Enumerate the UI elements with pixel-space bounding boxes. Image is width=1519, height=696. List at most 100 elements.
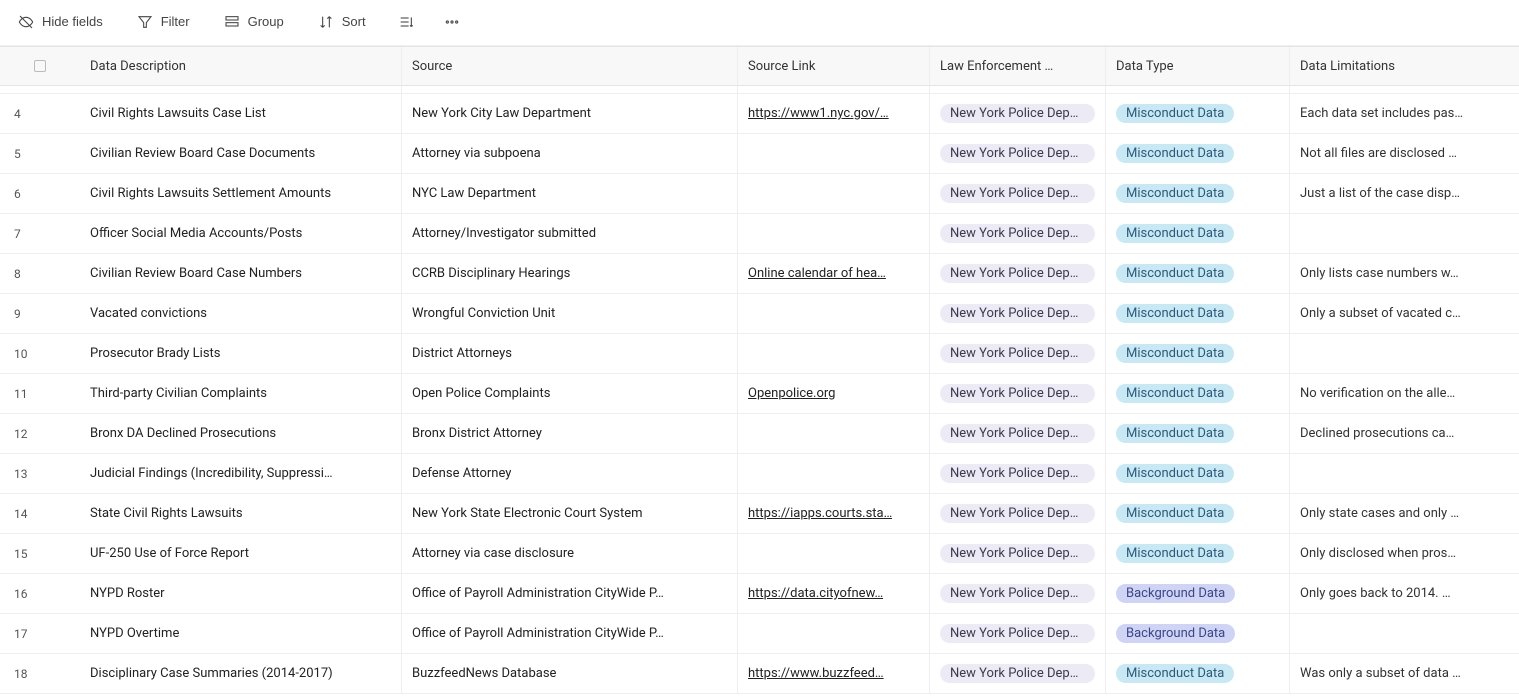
cell-data-description[interactable]: NYPD Overtime: [80, 614, 402, 653]
row-number[interactable]: 12: [0, 414, 80, 453]
row-number[interactable]: 4: [0, 94, 80, 133]
cell-law-enforcement[interactable]: New York Police Depart: [930, 654, 1106, 693]
row-number[interactable]: 18: [0, 654, 80, 693]
cell-source-link[interactable]: [738, 414, 930, 453]
cell-data-description[interactable]: Prosecutor Brady Lists: [80, 334, 402, 373]
table-row[interactable]: 14State Civil Rights LawsuitsNew York St…: [0, 494, 1519, 534]
cell-data-limitations[interactable]: Only lists case numbers w…: [1290, 254, 1519, 293]
cell-law-enforcement[interactable]: New York Police Depart: [930, 294, 1106, 333]
source-link[interactable]: Online calendar of hea…: [748, 266, 886, 281]
cell-law-enforcement[interactable]: New York Police Depart: [930, 494, 1106, 533]
row-number[interactable]: 11: [0, 374, 80, 413]
cell-law-enforcement[interactable]: New York Police Depart: [930, 614, 1106, 653]
cell-data-limitations[interactable]: Each data set includes pas…: [1290, 94, 1519, 133]
grid-rows[interactable]: 4Civil Rights Lawsuits Case ListNew York…: [0, 86, 1519, 696]
header-law-enforcement[interactable]: Law Enforcement …: [930, 47, 1106, 85]
cell-source[interactable]: Office of Payroll Administration CityWid…: [402, 614, 738, 653]
cell-data-description[interactable]: NYPD Roster: [80, 574, 402, 613]
more-options-button[interactable]: [442, 10, 462, 34]
cell-data-limitations[interactable]: [1290, 334, 1519, 373]
row-number[interactable]: 6: [0, 174, 80, 213]
cell-data-limitations[interactable]: Only goes back to 2014. …: [1290, 574, 1519, 613]
group-button[interactable]: Group: [220, 10, 288, 34]
row-number[interactable]: 13: [0, 454, 80, 493]
cell-source-link[interactable]: [738, 334, 930, 373]
source-link[interactable]: https://www1.nyc.gov/…: [748, 106, 889, 121]
cell-source-link[interactable]: [738, 614, 930, 653]
row-number[interactable]: 16: [0, 574, 80, 613]
sort-button[interactable]: Sort: [314, 10, 370, 34]
select-all-cell[interactable]: [0, 47, 80, 85]
header-data-type[interactable]: Data Type: [1106, 47, 1290, 85]
cell-source[interactable]: NYC Law Department: [402, 174, 738, 213]
cell-data-limitations[interactable]: Only disclosed when pros…: [1290, 534, 1519, 573]
filter-button[interactable]: Filter: [133, 10, 194, 34]
cell-source[interactable]: Defense Attorney: [402, 454, 738, 493]
cell-source-link[interactable]: [738, 214, 930, 253]
cell-source[interactable]: Office of Payroll Administration CityWid…: [402, 574, 738, 613]
header-data-limitations[interactable]: Data Limitations: [1290, 47, 1519, 85]
cell-law-enforcement[interactable]: New York Police Depart: [930, 94, 1106, 133]
cell-source[interactable]: District Attorneys: [402, 334, 738, 373]
cell-source-link[interactable]: Online calendar of hea…: [738, 254, 930, 293]
cell-source-link[interactable]: https://www1.nyc.gov/…: [738, 94, 930, 133]
cell-law-enforcement[interactable]: New York Police Depart: [930, 574, 1106, 613]
cell-data-description[interactable]: Third-party Civilian Complaints: [80, 374, 402, 413]
cell-law-enforcement[interactable]: New York Police Depart: [930, 254, 1106, 293]
table-row[interactable]: 12Bronx DA Declined ProsecutionsBronx Di…: [0, 414, 1519, 454]
cell-data-limitations[interactable]: No verification on the alle…: [1290, 374, 1519, 413]
cell-source[interactable]: Wrongful Conviction Unit: [402, 294, 738, 333]
row-number[interactable]: 17: [0, 614, 80, 653]
cell-source[interactable]: New York City Law Department: [402, 94, 738, 133]
cell-data-type[interactable]: Misconduct Data: [1106, 174, 1290, 213]
cell-data-type[interactable]: Misconduct Data: [1106, 134, 1290, 173]
table-row[interactable]: 18Disciplinary Case Summaries (2014-2017…: [0, 654, 1519, 694]
row-height-button[interactable]: [396, 10, 416, 34]
cell-data-limitations[interactable]: [1290, 614, 1519, 653]
table-row[interactable]: 13Judicial Findings (Incredibility, Supp…: [0, 454, 1519, 494]
row-number[interactable]: 14: [0, 494, 80, 533]
row-number[interactable]: 15: [0, 534, 80, 573]
cell-law-enforcement[interactable]: New York Police Depart: [930, 374, 1106, 413]
cell-data-description[interactable]: Officer Social Media Accounts/Posts: [80, 214, 402, 253]
cell-data-description[interactable]: State Civil Rights Lawsuits: [80, 494, 402, 533]
table-row[interactable]: 9Vacated convictionsWrongful Conviction …: [0, 294, 1519, 334]
cell-source-link[interactable]: https://iapps.courts.sta…: [738, 494, 930, 533]
source-link[interactable]: Openpolice.org: [748, 386, 835, 401]
cell-law-enforcement[interactable]: New York Police Depart: [930, 214, 1106, 253]
source-link[interactable]: https://www.buzzfeed…: [748, 666, 884, 681]
row-number[interactable]: 9: [0, 294, 80, 333]
cell-data-limitations[interactable]: Not all files are disclosed …: [1290, 134, 1519, 173]
table-row[interactable]: 7Officer Social Media Accounts/PostsAtto…: [0, 214, 1519, 254]
cell-source-link[interactable]: [738, 134, 930, 173]
table-row[interactable]: 8Civilian Review Board Case NumbersCCRB …: [0, 254, 1519, 294]
table-row[interactable]: 17NYPD OvertimeOffice of Payroll Adminis…: [0, 614, 1519, 654]
cell-data-type[interactable]: Misconduct Data: [1106, 214, 1290, 253]
cell-data-limitations[interactable]: [1290, 454, 1519, 493]
cell-law-enforcement[interactable]: New York Police Depart: [930, 174, 1106, 213]
source-link[interactable]: https://data.cityofnew…: [748, 586, 883, 601]
header-data-description[interactable]: Data Description: [80, 47, 402, 85]
header-source[interactable]: Source: [402, 47, 738, 85]
cell-source-link[interactable]: [738, 174, 930, 213]
cell-source[interactable]: Attorney via subpoena: [402, 134, 738, 173]
cell-data-description[interactable]: Bronx DA Declined Prosecutions: [80, 414, 402, 453]
table-row[interactable]: 6Civil Rights Lawsuits Settlement Amount…: [0, 174, 1519, 214]
cell-data-limitations[interactable]: Only state cases and only …: [1290, 494, 1519, 533]
cell-source[interactable]: New York State Electronic Court System: [402, 494, 738, 533]
cell-source-link[interactable]: Openpolice.org: [738, 374, 930, 413]
table-row[interactable]: 4Civil Rights Lawsuits Case ListNew York…: [0, 94, 1519, 134]
cell-data-type[interactable]: Misconduct Data: [1106, 494, 1290, 533]
cell-law-enforcement[interactable]: New York Police Depart: [930, 454, 1106, 493]
row-number[interactable]: 5: [0, 134, 80, 173]
hide-fields-button[interactable]: Hide fields: [14, 10, 107, 34]
cell-source-link[interactable]: https://www.buzzfeed…: [738, 654, 930, 693]
cell-data-type[interactable]: Misconduct Data: [1106, 334, 1290, 373]
cell-data-type[interactable]: Background Data: [1106, 574, 1290, 613]
cell-data-type[interactable]: Misconduct Data: [1106, 374, 1290, 413]
cell-source[interactable]: Attorney via case disclosure: [402, 534, 738, 573]
row-number[interactable]: 7: [0, 214, 80, 253]
cell-data-description[interactable]: Civil Rights Lawsuits Case List: [80, 94, 402, 133]
table-row[interactable]: 15UF-250 Use of Force ReportAttorney via…: [0, 534, 1519, 574]
cell-data-description[interactable]: Vacated convictions: [80, 294, 402, 333]
